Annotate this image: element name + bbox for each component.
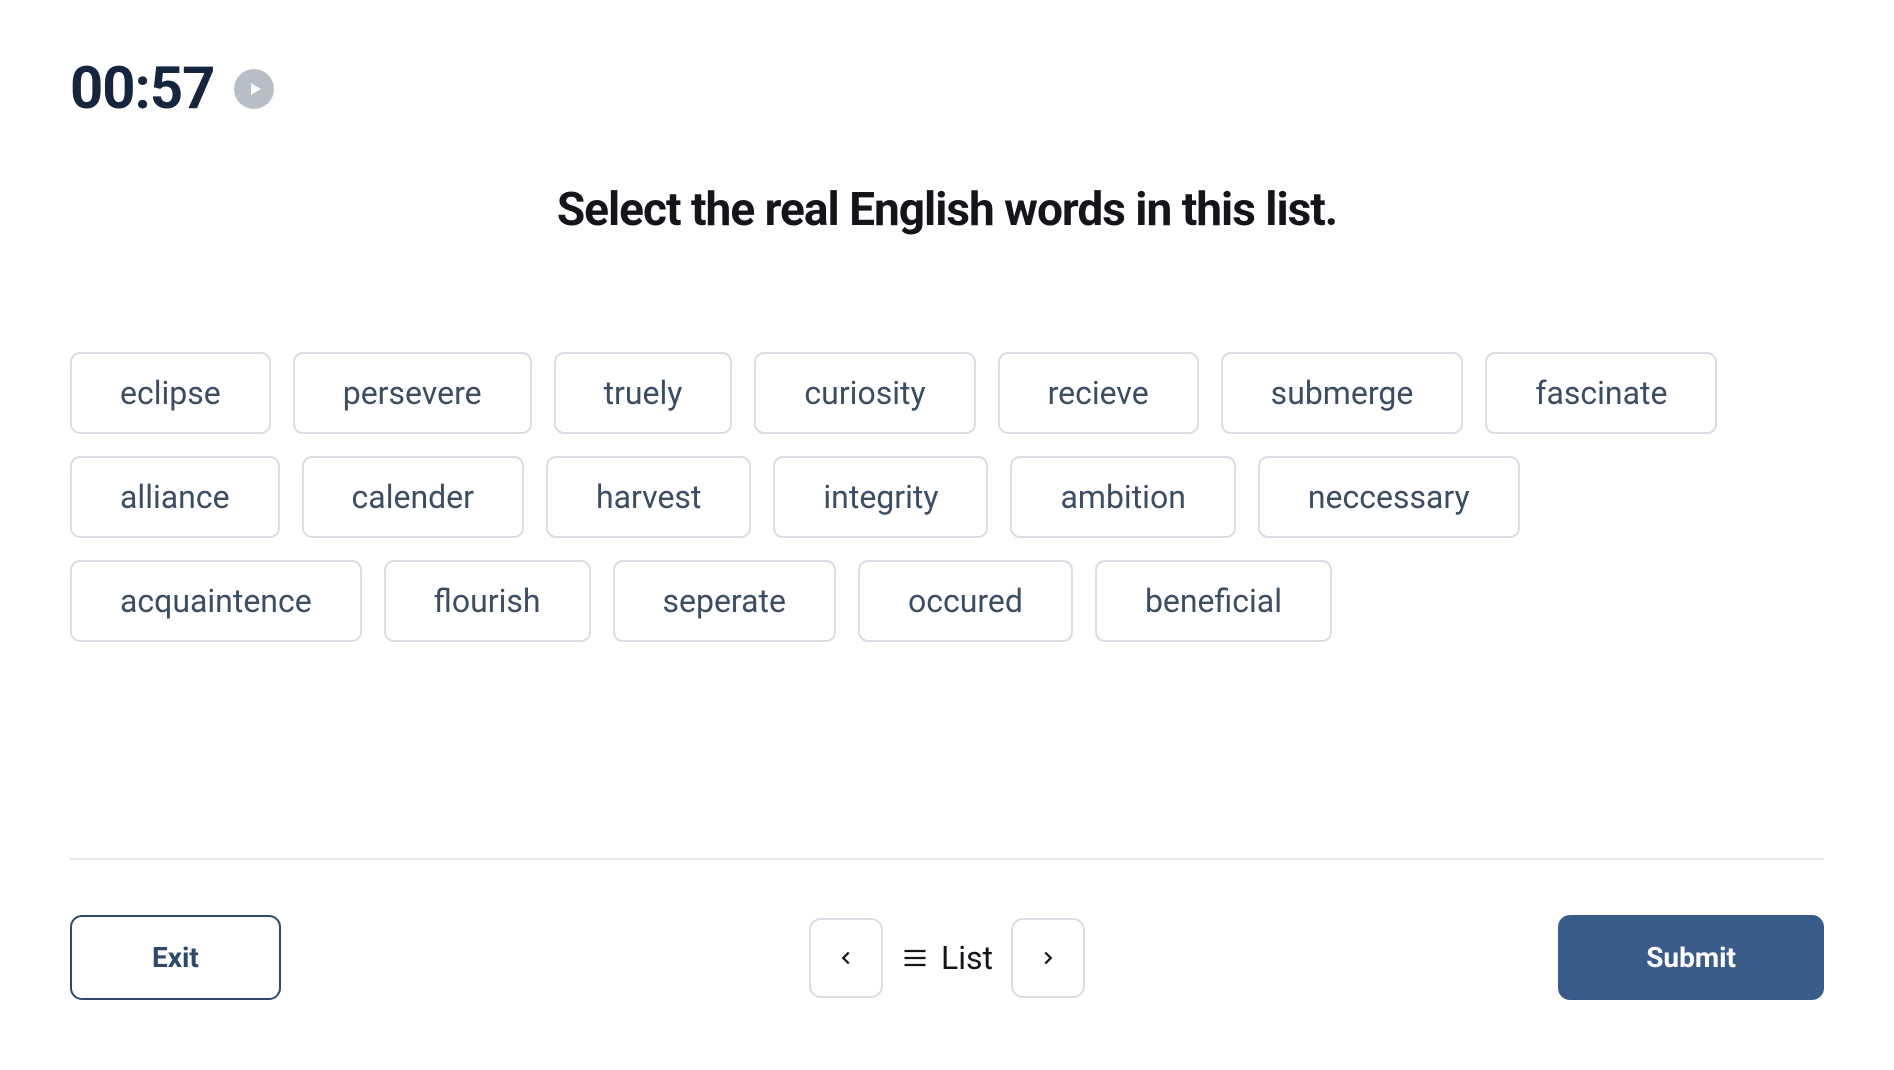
word-option[interactable]: seperate — [613, 560, 836, 642]
word-option[interactable]: truely — [554, 352, 733, 434]
question-title: Select the real English words in this li… — [70, 183, 1824, 237]
word-option[interactable]: calender — [302, 456, 524, 538]
nav-center: List — [809, 918, 1085, 998]
word-option[interactable]: alliance — [70, 456, 280, 538]
word-option[interactable]: integrity — [773, 456, 988, 538]
header: 00:57 — [70, 0, 1824, 123]
word-option[interactable]: submerge — [1221, 352, 1464, 434]
words-container: eclipse persevere truely curiosity recie… — [70, 352, 1824, 642]
exit-button[interactable]: Exit — [70, 915, 281, 1000]
play-icon — [248, 81, 264, 97]
word-option[interactable]: occured — [858, 560, 1073, 642]
footer: Exit List Submit — [70, 858, 1824, 1000]
prev-button[interactable] — [809, 918, 883, 998]
word-option[interactable]: flourish — [384, 560, 591, 642]
chevron-right-icon — [1037, 947, 1059, 969]
word-option[interactable]: eclipse — [70, 352, 271, 434]
next-button[interactable] — [1011, 918, 1085, 998]
word-option[interactable]: neccessary — [1258, 456, 1520, 538]
word-option[interactable]: recieve — [998, 352, 1199, 434]
list-label: List — [941, 939, 993, 977]
word-option[interactable]: acquaintence — [70, 560, 362, 642]
timer-display: 00:57 — [70, 55, 214, 123]
chevron-left-icon — [835, 947, 857, 969]
word-option[interactable]: beneficial — [1095, 560, 1332, 642]
list-button[interactable]: List — [901, 939, 993, 977]
word-option[interactable]: curiosity — [754, 352, 975, 434]
word-option[interactable]: persevere — [293, 352, 532, 434]
word-option[interactable]: ambition — [1010, 456, 1235, 538]
list-icon — [901, 944, 929, 972]
word-option[interactable]: fascinate — [1485, 352, 1717, 434]
word-option[interactable]: harvest — [546, 456, 751, 538]
submit-button[interactable]: Submit — [1558, 915, 1824, 1000]
play-button[interactable] — [234, 69, 274, 109]
